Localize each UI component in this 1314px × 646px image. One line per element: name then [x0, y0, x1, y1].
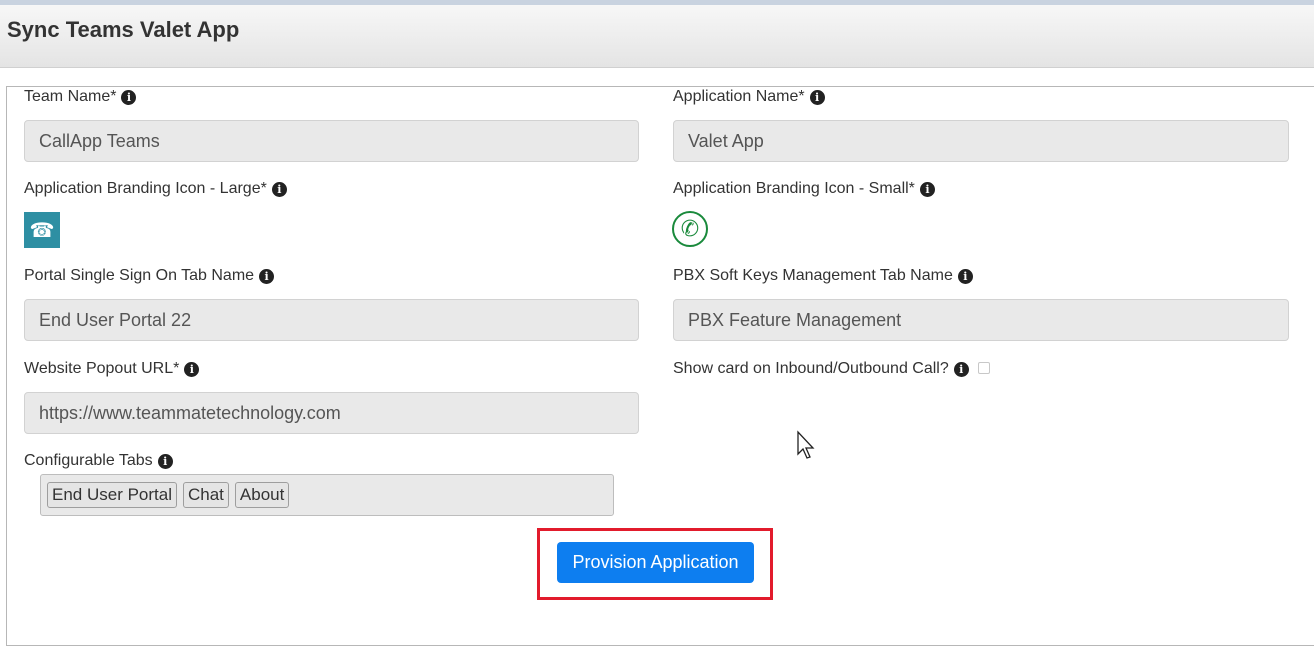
info-icon[interactable]: i	[259, 268, 275, 284]
info-icon[interactable]: i	[809, 89, 825, 105]
telephone-icon[interactable]: ☎	[24, 212, 60, 248]
info-icon[interactable]: i	[184, 361, 200, 377]
team-name-label: Team Name* i	[24, 88, 137, 106]
portal-sso-tab-field[interactable]: End User Portal 22	[24, 299, 639, 341]
website-popout-url-label-text: Website Popout URL*	[24, 360, 180, 377]
provision-application-button[interactable]: Provision Application	[557, 542, 754, 583]
pbx-soft-keys-tab-label: PBX Soft Keys Management Tab Name i	[673, 267, 973, 285]
page-title: Sync Teams Valet App	[7, 17, 240, 42]
show-card-checkbox[interactable]	[978, 362, 990, 374]
page-header: Sync Teams Valet App	[0, 5, 1314, 68]
application-name-label-text: Application Name*	[673, 88, 805, 105]
info-icon[interactable]: i	[953, 361, 969, 377]
team-name-label-text: Team Name*	[24, 88, 117, 105]
branding-small-label: Application Branding Icon - Small* i	[673, 180, 935, 198]
pbx-soft-keys-tab-label-text: PBX Soft Keys Management Tab Name	[673, 267, 953, 284]
website-popout-url-field[interactable]: https://www.teammatetechnology.com	[24, 392, 639, 434]
tab-chip-chat[interactable]: Chat	[183, 482, 229, 508]
info-icon[interactable]: i	[271, 181, 287, 197]
team-name-field[interactable]: CallApp Teams	[24, 120, 639, 162]
info-icon[interactable]: i	[157, 453, 173, 469]
application-name-field[interactable]: Valet App	[673, 120, 1289, 162]
tab-chip-about[interactable]: About	[234, 482, 290, 508]
configurable-tabs-label-text: Configurable Tabs	[24, 452, 153, 469]
show-card-label: Show card on Inbound/Outbound Call? i	[673, 360, 969, 378]
website-popout-url-label: Website Popout URL* i	[24, 360, 200, 378]
info-icon[interactable]: i	[957, 268, 973, 284]
portal-sso-tab-label-text: Portal Single Sign On Tab Name	[24, 267, 255, 284]
mouse-cursor-icon	[797, 430, 815, 459]
branding-large-label-text: Application Branding Icon - Large*	[24, 180, 267, 197]
branding-small-label-text: Application Branding Icon - Small*	[673, 180, 915, 197]
show-card-label-text: Show card on Inbound/Outbound Call?	[673, 360, 949, 377]
configurable-tabs-field[interactable]: End User Portal Chat About	[40, 474, 614, 516]
configurable-tabs-label: Configurable Tabs i	[24, 452, 173, 470]
info-icon[interactable]: i	[919, 181, 935, 197]
info-icon[interactable]: i	[121, 89, 137, 105]
pbx-soft-keys-tab-field[interactable]: PBX Feature Management	[673, 299, 1289, 341]
tab-chip-end-user-portal[interactable]: End User Portal	[47, 482, 177, 508]
branding-large-label: Application Branding Icon - Large* i	[24, 180, 287, 198]
phone-handset-icon[interactable]: ✆	[672, 211, 708, 247]
portal-sso-tab-label: Portal Single Sign On Tab Name i	[24, 267, 275, 285]
application-name-label: Application Name* i	[673, 88, 825, 106]
